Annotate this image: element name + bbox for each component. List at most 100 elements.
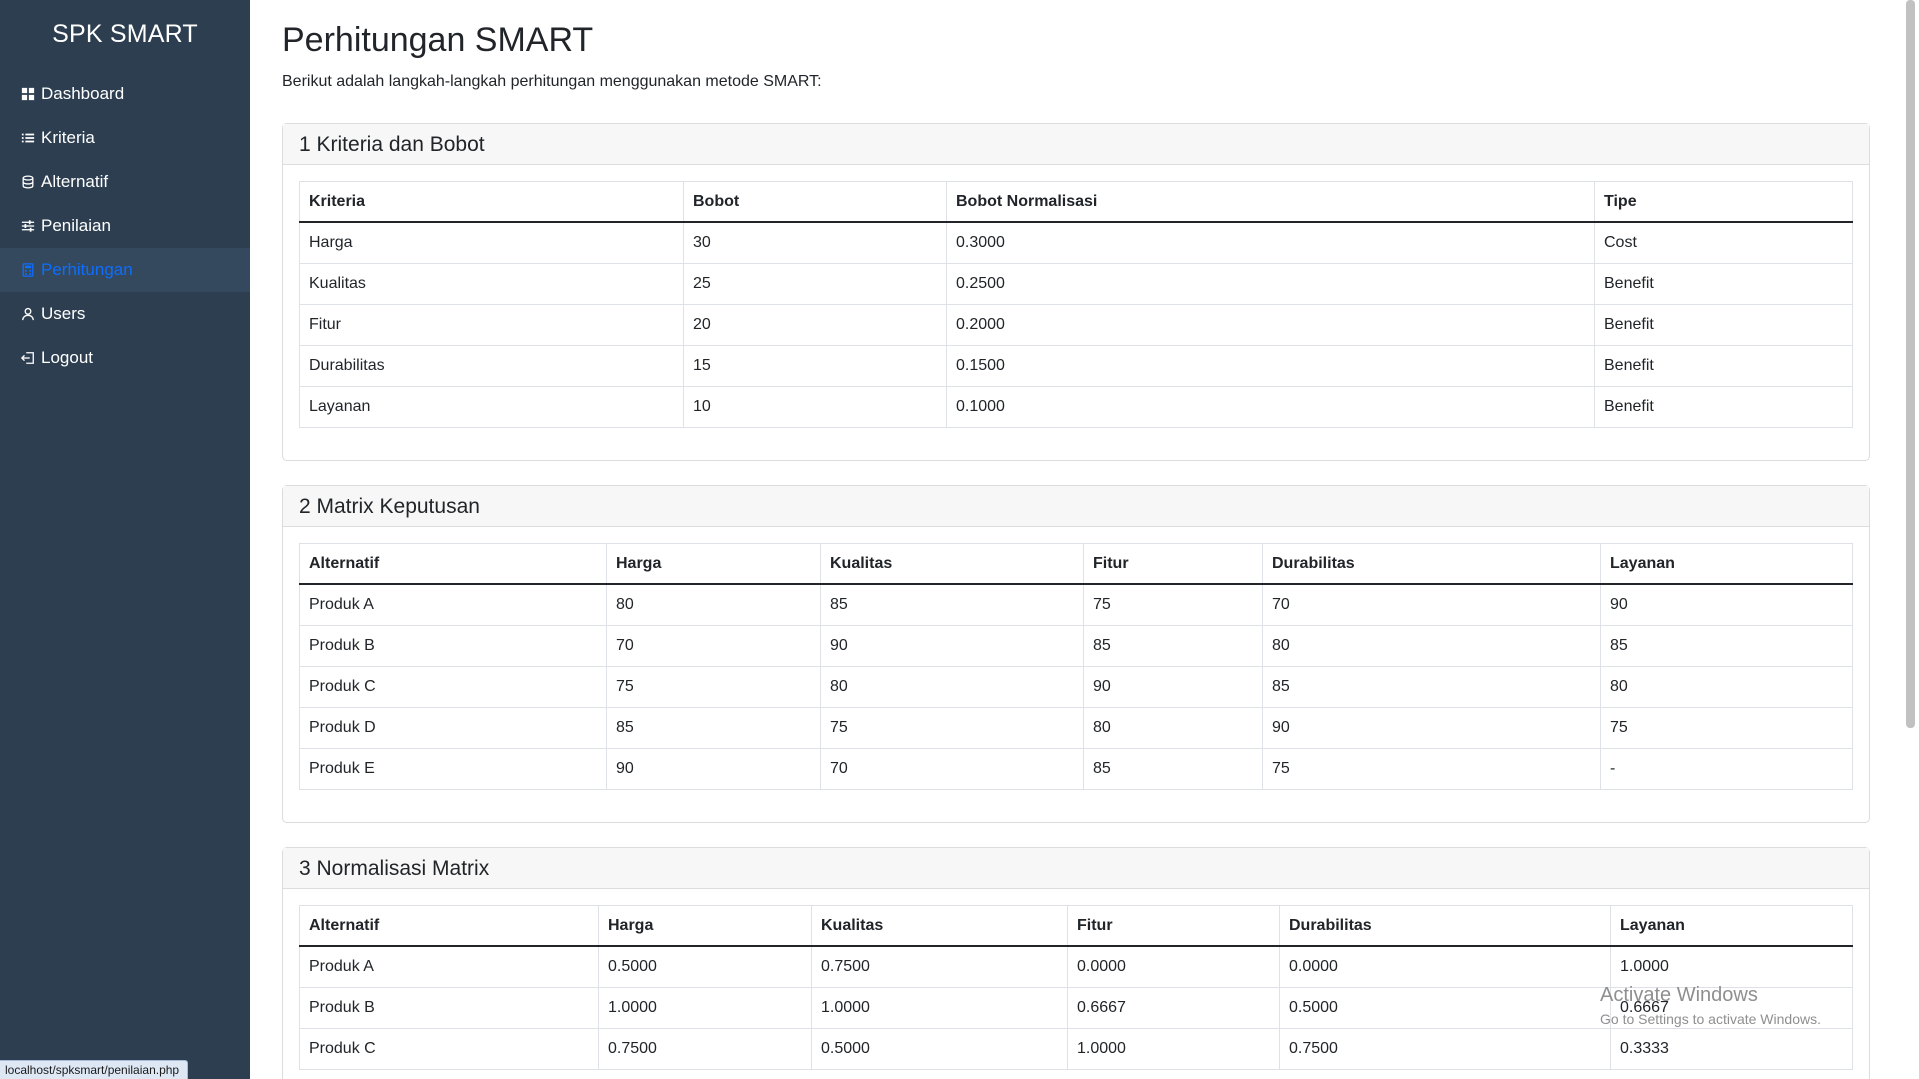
table-cell: Produk A [299, 583, 607, 626]
scrollbar-thumb[interactable] [1906, 0, 1915, 728]
table-cell: Produk C [299, 1027, 599, 1070]
table-cell: Cost [1594, 221, 1853, 264]
table-cell: 90 [1600, 583, 1853, 626]
table-row: Produk B 70 90 85 80 85 [299, 624, 1853, 667]
table-header-row: Alternatif Harga Kualitas Fitur Durabili… [299, 542, 1853, 586]
table-cell: 0.7500 [598, 1027, 812, 1070]
table-cell: 1.0000 [1067, 1027, 1280, 1070]
table-cell: 85 [606, 706, 821, 749]
table-cell: 0.5000 [1279, 986, 1611, 1029]
table-row: Fitur 20 0.2000 Benefit [299, 303, 1853, 346]
table-cell: 30 [683, 221, 947, 264]
status-bar-url: localhost/spksmart/penilaian.php [0, 1060, 188, 1079]
database-icon [20, 175, 35, 190]
column-header: Alternatif [299, 542, 607, 586]
table-cell: Benefit [1594, 303, 1853, 346]
table-cell: 75 [606, 665, 821, 708]
table-cell: - [1600, 747, 1853, 790]
table-cell: 0.1000 [946, 385, 1595, 428]
sidebar: SPK SMART Dashboard Kriteria Alternatif … [0, 0, 250, 1079]
table-cell: 1.0000 [598, 986, 812, 1029]
table-cell: Fitur [299, 303, 684, 346]
sidebar-item-label: Dashboard [41, 84, 125, 103]
table-cell: 90 [1262, 706, 1601, 749]
column-header: Fitur [1067, 904, 1280, 948]
table-row: Durabilitas 15 0.1500 Benefit [299, 344, 1853, 387]
table-cell: 90 [820, 624, 1084, 667]
table-cell: Benefit [1594, 344, 1853, 387]
column-header: Layanan [1600, 542, 1853, 586]
table-row: Produk E 90 70 85 75- [299, 747, 1853, 790]
card-matrix-keputusan: 2 Matrix Keputusan Alternatif Harga Kual… [282, 484, 1870, 823]
table-cell: Kualitas [299, 262, 684, 305]
table-cell: 0.0000 [1279, 945, 1611, 988]
sidebar-item-dashboard[interactable]: Dashboard [0, 72, 250, 116]
table-header-row: Kriteria Bobot Bobot Normalisasi Tipe [299, 180, 1853, 224]
watermark-title: Activate Windows [1600, 984, 1758, 1006]
table-cell: 0.7500 [811, 945, 1068, 988]
sidebar-item-label: Penilaian [41, 216, 111, 235]
table-cell: 75 [1600, 706, 1853, 749]
sidebar-item-penilaian[interactable]: Penilaian [0, 204, 250, 248]
card-kriteria-bobot: 1 Kriteria dan Bobot Kriteria Bobot Bobo… [282, 122, 1870, 461]
table-cell: 80 [820, 665, 1084, 708]
card-normalisasi-matrix: 3 Normalisasi Matrix Alternatif Harga Ku… [282, 846, 1870, 1079]
column-header: Kualitas [820, 542, 1084, 586]
sidebar-item-logout[interactable]: Logout [0, 336, 250, 380]
sidebar-item-perhitungan[interactable]: Perhitungan [0, 248, 250, 292]
main-content: Perhitungan SMART Berikut adalah langkah… [250, 0, 1901, 1079]
column-header: Bobot [683, 180, 947, 224]
column-header: Harga [606, 542, 821, 586]
table-cell: Produk C [299, 665, 607, 708]
watermark-subtitle: Go to Settings to activate Windows. [1600, 1011, 1821, 1027]
table-cell: 75 [820, 706, 1084, 749]
column-header: Tipe [1594, 180, 1853, 224]
table-cell: 25 [683, 262, 947, 305]
card-title: 2 Matrix Keputusan [283, 485, 1869, 527]
table-row: Produk C 0.7500 0.5000 1.0000 0.7500 0.3333 [299, 1027, 1853, 1070]
kriteria-table: Kriteria Bobot Bobot Normalisasi Tipe Ha… [299, 180, 1853, 428]
column-header: Durabilitas [1279, 904, 1611, 948]
table-cell: 85 [820, 583, 1084, 626]
column-header: Durabilitas [1262, 542, 1601, 586]
table-cell: Produk B [299, 986, 599, 1029]
calculator-icon [20, 263, 35, 278]
table-cell: 85 [1600, 624, 1853, 667]
table-cell: 80 [1600, 665, 1853, 708]
table-cell: 85 [1262, 665, 1601, 708]
table-cell: 70 [1262, 583, 1601, 626]
table-cell: 75 [1083, 583, 1263, 626]
column-header: Kualitas [811, 904, 1068, 948]
table-cell: 85 [1083, 624, 1263, 667]
table-cell: Durabilitas [299, 344, 684, 387]
sidebar-item-label: Alternatif [41, 172, 109, 191]
table-row: Produk C 75 80 90 85 80 [299, 665, 1853, 708]
table-cell: 90 [606, 747, 821, 790]
user-icon [20, 307, 35, 322]
column-header: Harga [598, 904, 812, 948]
table-cell: Produk B [299, 624, 607, 667]
vertical-scrollbar[interactable] [1901, 0, 1919, 1079]
table-cell: 80 [606, 583, 821, 626]
sidebar-item-label: Users [41, 304, 86, 323]
table-cell: 90 [1083, 665, 1263, 708]
sidebar-item-alternatif[interactable]: Alternatif [0, 160, 250, 204]
table-cell: 0.3000 [946, 221, 1595, 264]
sidebar-item-kriteria[interactable]: Kriteria [0, 116, 250, 160]
column-header: Bobot Normalisasi [946, 180, 1595, 224]
column-header: Fitur [1083, 542, 1263, 586]
page-description: Berikut adalah langkah-langkah perhitung… [282, 72, 822, 90]
column-header: Kriteria [299, 180, 684, 224]
table-cell: 0.2500 [946, 262, 1595, 305]
table-cell: Produk E [299, 747, 607, 790]
sidebar-item-label: Kriteria [41, 128, 95, 147]
table-cell: 1.0000 [811, 986, 1068, 1029]
matrix-keputusan-table: Alternatif Harga Kualitas Fitur Durabili… [299, 542, 1853, 790]
table-row: Produk A 80 85 75 70 90 [299, 583, 1853, 626]
table-cell: 80 [1262, 624, 1601, 667]
column-header: Alternatif [299, 904, 599, 948]
sidebar-nav: Dashboard Kriteria Alternatif Penilaian … [0, 72, 250, 380]
table-cell: Layanan [299, 385, 684, 428]
sidebar-item-users[interactable]: Users [0, 292, 250, 336]
grid-icon [20, 87, 35, 102]
